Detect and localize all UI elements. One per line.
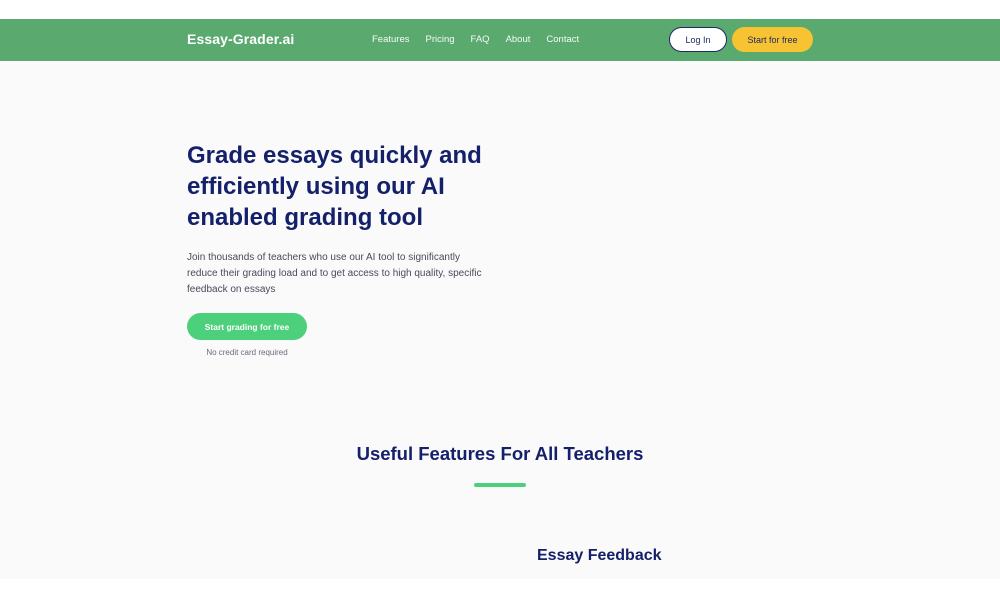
main-nav: Features Pricing FAQ About Contact (372, 34, 595, 45)
hero-description: Join thousands of teachers who use our A… (187, 252, 482, 295)
start-for-free-button[interactable]: Start for free (732, 27, 813, 52)
nav-link-pricing[interactable]: Pricing (426, 34, 455, 45)
features-title-underline (474, 483, 526, 487)
top-strip (0, 0, 1000, 19)
nav-link-faq[interactable]: FAQ (471, 34, 490, 45)
features-section-title: Useful Features For All Teachers (356, 443, 644, 464)
navbar: Essay-Grader.ai Features Pricing FAQ Abo… (0, 19, 1000, 61)
nav-link-contact[interactable]: Contact (546, 34, 579, 45)
hero-title: Grade essays quickly and efficiently usi… (187, 142, 482, 231)
bottom-strip (0, 579, 1000, 600)
brand-logo-link[interactable]: Essay-Grader.ai (187, 31, 294, 47)
no-credit-card-note: No credit card required (206, 348, 288, 357)
start-grading-button[interactable]: Start grading for free (187, 313, 307, 340)
login-button[interactable]: Log In (669, 27, 727, 52)
main-content: Grade essays quickly and efficiently usi… (0, 61, 1000, 579)
nav-link-features[interactable]: Features (372, 34, 410, 45)
nav-link-about[interactable]: About (506, 34, 531, 45)
essay-feedback-heading: Essay Feedback (537, 547, 662, 564)
